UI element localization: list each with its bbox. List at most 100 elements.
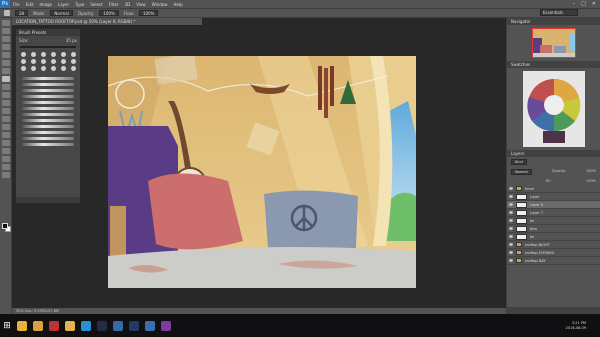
layer-fill-value[interactable]: 100% <box>586 179 596 183</box>
layer-row[interactable]: hmm <box>507 185 600 193</box>
layer-row[interactable]: bkw <box>507 225 600 233</box>
shape-tool-icon[interactable] <box>1 156 10 162</box>
layer-row[interactable]: Layer 8 <box>507 201 600 209</box>
minimize-button[interactable]: – <box>573 1 576 7</box>
brush-tip[interactable] <box>41 52 46 57</box>
layer-row[interactable]: rooftop EVENING <box>507 249 600 257</box>
layer-kind-filter[interactable]: Kind <box>511 159 527 165</box>
layer-row[interactable]: Layer <box>507 193 600 201</box>
taskbar-editor-icon[interactable] <box>113 320 123 331</box>
brush-size-picker[interactable]: 28 <box>15 10 29 16</box>
brush-stroke-preview[interactable] <box>22 113 74 116</box>
brush-stroke-preview[interactable] <box>22 83 74 86</box>
brush-size-slider[interactable] <box>20 46 76 48</box>
crop-tool-icon[interactable] <box>1 52 10 58</box>
brush-tip[interactable] <box>61 66 66 71</box>
brush-tip[interactable] <box>31 52 36 57</box>
brush-size-value[interactable]: 35 px <box>66 38 77 43</box>
taskbar-folder-icon[interactable] <box>65 320 75 331</box>
menu-filter[interactable]: Filter <box>106 2 122 7</box>
clock-date[interactable]: 2016-08-09 <box>566 326 586 331</box>
menu-type[interactable]: Type <box>72 2 87 7</box>
start-button[interactable]: ⊞ <box>0 314 14 337</box>
brush-stroke-preview[interactable] <box>22 107 74 110</box>
taskbar-explorer-icon[interactable] <box>33 320 43 331</box>
workspace-select[interactable]: Essentials <box>540 9 578 16</box>
brush-stroke-preview[interactable] <box>22 95 74 98</box>
brush-tip[interactable] <box>71 66 76 71</box>
visibility-eye-icon[interactable] <box>509 227 513 230</box>
menu-edit[interactable]: Edit <box>23 2 37 7</box>
brush-tool-icon[interactable] <box>1 76 10 82</box>
mode-select[interactable]: Normal <box>50 10 73 16</box>
visibility-eye-icon[interactable] <box>509 259 513 262</box>
layer-row[interactable]: bk <box>507 233 600 241</box>
gradient-tool-icon[interactable] <box>1 108 10 114</box>
brush-tip[interactable] <box>51 52 56 57</box>
brush-stroke-preview[interactable] <box>22 89 74 92</box>
taskbar-media-icon[interactable] <box>49 320 59 331</box>
taskbar-photoshop-icon[interactable] <box>129 320 139 331</box>
eyedropper-tool-icon[interactable] <box>1 60 10 66</box>
pen-tool-icon[interactable] <box>1 132 10 138</box>
brush-tip[interactable] <box>51 66 56 71</box>
opacity-input[interactable]: 100% <box>99 10 119 16</box>
taskbar-app-icon[interactable] <box>145 320 155 331</box>
document-tab[interactable]: LOCATION_TATTOO ROOFTOP.psd @ 50% (Layer… <box>12 18 202 25</box>
layer-row[interactable]: rooftop DAY <box>507 257 600 265</box>
brush-stroke-preview[interactable] <box>22 119 74 122</box>
hand-tool-icon[interactable] <box>1 164 10 170</box>
brush-stroke-preview[interactable] <box>22 143 74 146</box>
brush-tip[interactable] <box>31 66 36 71</box>
swatch-palette[interactable] <box>522 71 585 147</box>
brush-tip[interactable] <box>21 66 26 71</box>
close-button[interactable]: ✕ <box>592 1 596 7</box>
visibility-eye-icon[interactable] <box>509 235 513 238</box>
lasso-tool-icon[interactable] <box>1 36 10 42</box>
layer-row[interactable]: rooftop NIGHT <box>507 241 600 249</box>
visibility-eye-icon[interactable] <box>509 211 513 214</box>
visibility-eye-icon[interactable] <box>509 203 513 206</box>
menu-view[interactable]: View <box>133 2 149 7</box>
visibility-eye-icon[interactable] <box>509 251 513 254</box>
brush-stroke-preview[interactable] <box>22 137 74 140</box>
move-tool-icon[interactable] <box>1 20 10 26</box>
layer-opacity-value[interactable]: 100% <box>586 169 596 175</box>
foreground-color-swatch[interactable] <box>2 223 8 229</box>
menu-help[interactable]: Help <box>170 2 185 7</box>
history-brush-tool-icon[interactable] <box>1 92 10 98</box>
brush-tip[interactable] <box>71 52 76 57</box>
taskbar-app2-icon[interactable] <box>161 320 171 331</box>
blur-tool-icon[interactable] <box>1 116 10 122</box>
brush-tip[interactable] <box>61 59 66 64</box>
taskbar-chrome-icon[interactable] <box>17 320 27 331</box>
menu-window[interactable]: Window <box>149 2 171 7</box>
taskbar-skype-icon[interactable] <box>81 320 91 331</box>
brush-tip[interactable] <box>61 52 66 57</box>
healing-tool-icon[interactable] <box>1 68 10 74</box>
menu-layer[interactable]: Layer <box>55 2 72 7</box>
visibility-eye-icon[interactable] <box>509 243 513 246</box>
flow-input[interactable]: 100% <box>138 10 159 16</box>
visibility-eye-icon[interactable] <box>509 219 513 222</box>
brush-tip[interactable] <box>31 59 36 64</box>
quick-select-tool-icon[interactable] <box>1 44 10 50</box>
eraser-tool-icon[interactable] <box>1 100 10 106</box>
canvas-artwork[interactable] <box>108 56 416 288</box>
blend-mode-select[interactable]: Normal <box>511 169 532 175</box>
menu-3d[interactable]: 3D <box>122 2 134 7</box>
brush-tool-icon[interactable] <box>4 10 10 16</box>
menu-file[interactable]: File <box>10 2 23 7</box>
visibility-eye-icon[interactable] <box>509 187 513 190</box>
taskbar-steam-icon[interactable] <box>97 320 107 331</box>
brush-tip[interactable] <box>41 66 46 71</box>
type-tool-icon[interactable] <box>1 140 10 146</box>
visibility-eye-icon[interactable] <box>509 195 513 198</box>
clone-stamp-tool-icon[interactable] <box>1 84 10 90</box>
zoom-tool-icon[interactable] <box>1 172 10 178</box>
navigator-thumbnail[interactable] <box>531 28 576 58</box>
brush-tip[interactable] <box>71 59 76 64</box>
navigator-view-frame[interactable] <box>531 28 576 58</box>
brush-stroke-preview[interactable] <box>22 131 74 134</box>
brush-tip[interactable] <box>21 52 26 57</box>
